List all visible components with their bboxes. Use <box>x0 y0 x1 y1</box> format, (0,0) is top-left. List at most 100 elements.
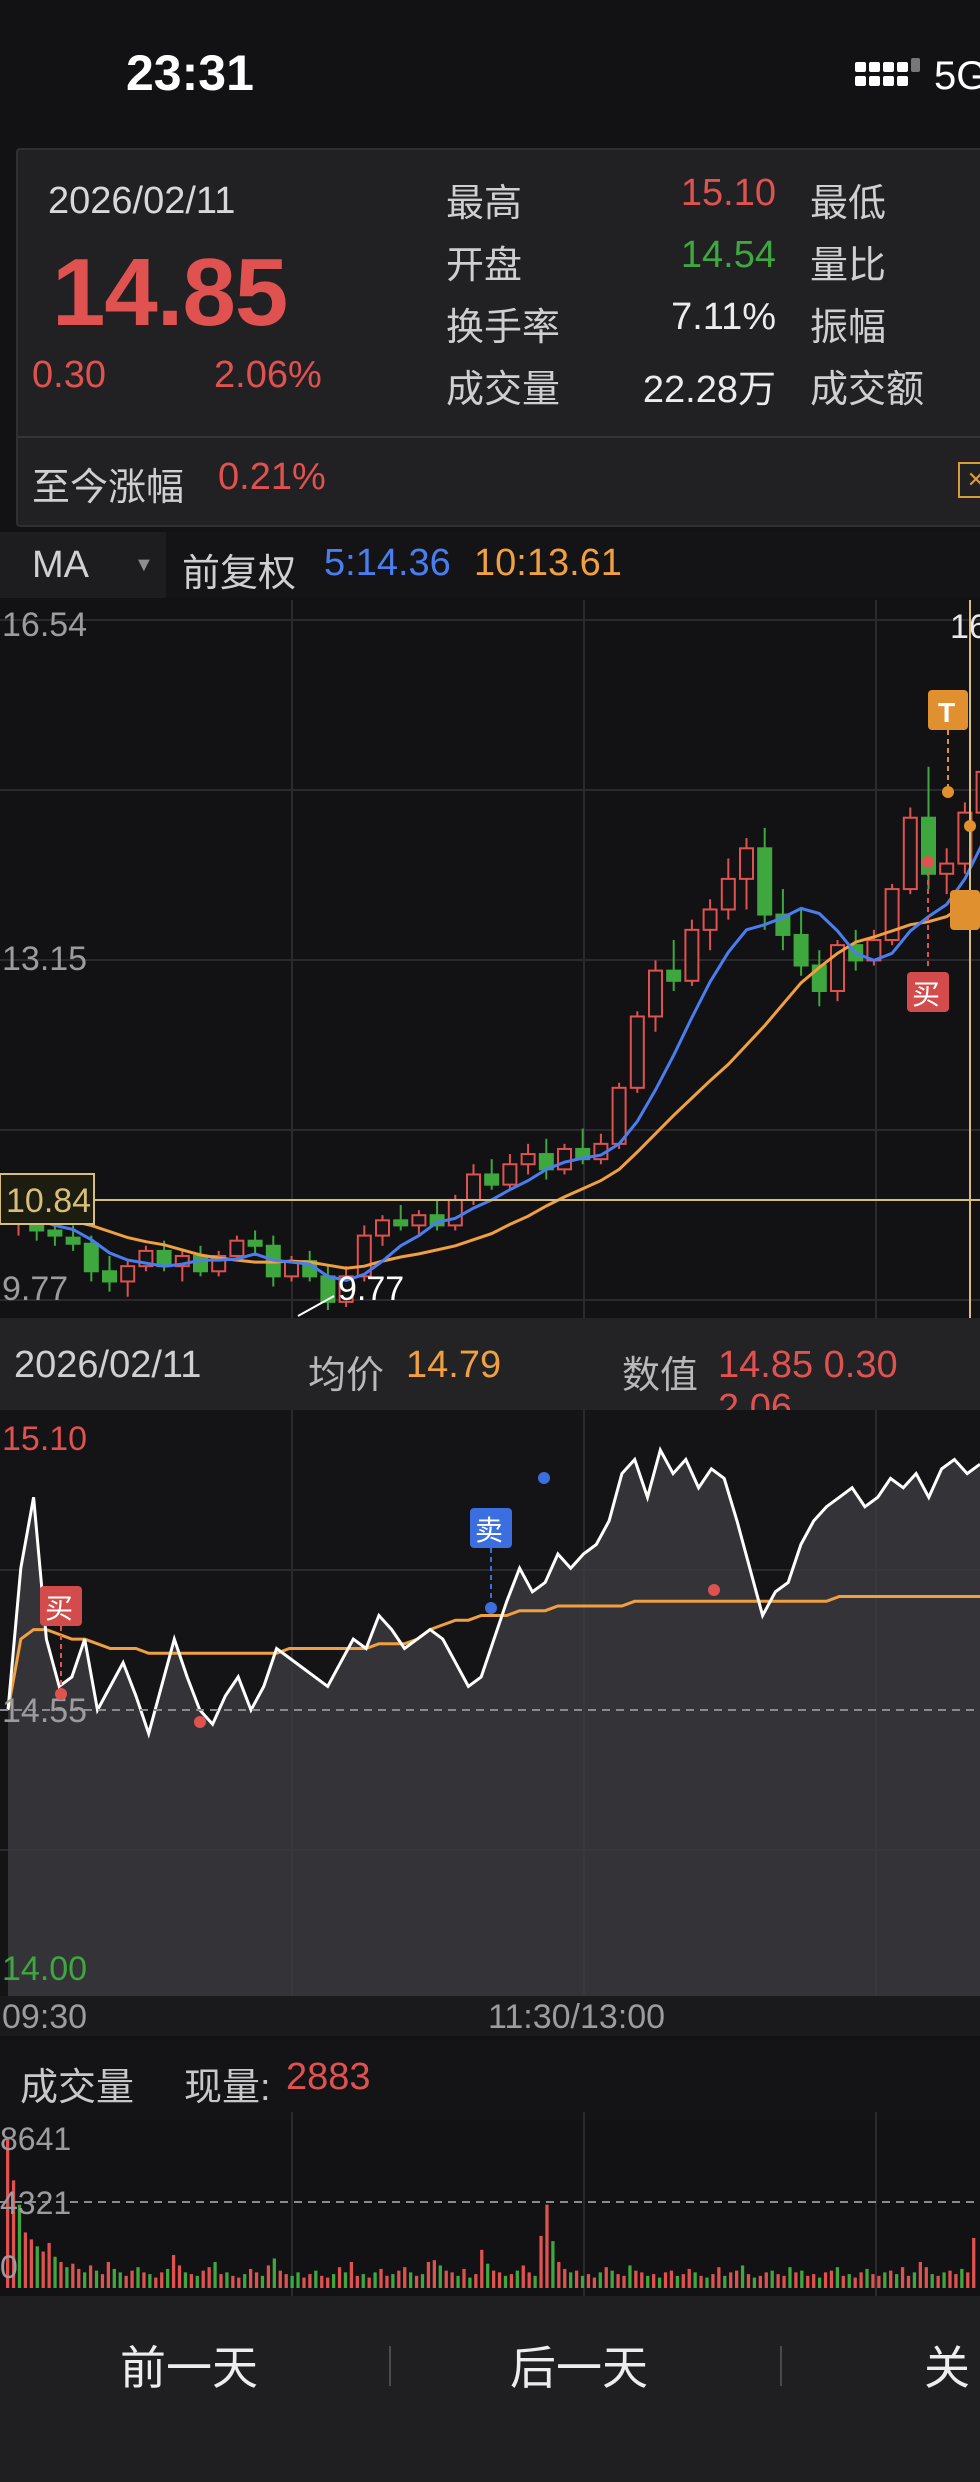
volume-bar <box>160 2272 164 2288</box>
label-low: 最低 <box>810 183 887 225</box>
volume-bar <box>71 2263 75 2288</box>
volume-header <box>0 2040 980 2120</box>
volume-bar <box>23 2232 28 2288</box>
svg-text:T: T <box>938 697 955 728</box>
volume-bar <box>420 2274 425 2288</box>
label-volume: 成交量 <box>446 369 561 411</box>
kline-chart[interactable]: 16.54 13.15 9.77 16 10.84 9.77 T 买 <box>0 600 980 1318</box>
volume-bar <box>94 2270 99 2288</box>
volume-bar <box>663 2272 668 2288</box>
volume-bar <box>574 2270 579 2288</box>
ma5-value: 5:14.36 <box>324 542 451 584</box>
value-high: 15.10 <box>680 172 776 214</box>
volume-bar <box>640 2272 644 2288</box>
volume-bar <box>503 2275 508 2288</box>
volume-bar <box>41 2251 45 2288</box>
volume-bar <box>432 2260 436 2288</box>
volume-bar <box>385 2275 389 2288</box>
candle-body <box>375 1219 390 1237</box>
candle-body <box>720 877 736 911</box>
volume-bar <box>729 2272 733 2288</box>
volume-bar <box>254 2272 259 2288</box>
next-day-button[interactable]: 后一天 <box>510 2332 648 2398</box>
volume-bar <box>326 2277 330 2288</box>
volume-bar <box>47 2242 51 2288</box>
volume-bar <box>343 2272 348 2288</box>
expand-icon[interactable]: ✕ <box>958 462 980 498</box>
candle-body <box>120 1265 136 1283</box>
volume-chart[interactable]: 8641 4321 0 <box>0 2112 980 2296</box>
volume-bar <box>59 2261 63 2288</box>
candle-body <box>65 1236 81 1245</box>
volume-bar <box>177 2265 182 2288</box>
volume-bar <box>237 2277 241 2288</box>
candle-body <box>902 816 918 891</box>
volume-bar <box>142 2272 146 2288</box>
candle-body <box>939 862 955 875</box>
volume-bar <box>29 2239 33 2288</box>
caret-down-icon[interactable]: ▼ <box>134 554 154 577</box>
volume-bar <box>130 2270 134 2288</box>
status-time: 23:31 <box>126 45 254 101</box>
volume-bar <box>681 2274 685 2288</box>
volume-bar <box>693 2272 697 2288</box>
volume-bar <box>154 2277 158 2288</box>
volume-bar <box>829 2270 834 2288</box>
volume-bar <box>166 2268 170 2288</box>
volume-bar <box>515 2270 519 2288</box>
ma-selector-label[interactable]: MA <box>32 544 89 587</box>
intraday-chart[interactable]: 15.10 14.55 14.00 买 卖 <box>0 1410 980 1996</box>
volume-bar <box>669 2270 674 2288</box>
volume-bar <box>308 2274 312 2288</box>
price-change-pct: 2.06% <box>214 354 322 396</box>
volume-bar <box>509 2274 514 2288</box>
candle-body <box>684 928 700 982</box>
volume-bar <box>35 2246 39 2288</box>
volume-bar <box>794 2272 798 2288</box>
volume-bar <box>450 2272 454 2288</box>
volume-bar <box>622 2275 626 2288</box>
candle-body <box>557 1147 572 1171</box>
volume-bar <box>539 2235 543 2288</box>
candle-body <box>629 1015 645 1089</box>
volume-bar <box>545 2204 549 2288</box>
time-mid: 11:30/13:00 <box>488 1998 666 2036</box>
volume-bar <box>699 2275 703 2288</box>
volume-bar <box>290 2275 294 2288</box>
volume-bar <box>456 2275 460 2288</box>
volume-bar <box>776 2274 780 2288</box>
candle-body <box>611 1086 627 1145</box>
volume-bar <box>171 2255 176 2288</box>
volume-bar <box>817 2277 822 2288</box>
label-turnover-amount: 成交额 <box>810 369 925 411</box>
candle-body <box>447 1198 463 1227</box>
candle-body <box>793 933 809 967</box>
volume-bar <box>100 2274 105 2288</box>
volume-bar <box>646 2275 650 2288</box>
ytd-label: 至今涨幅 <box>32 467 185 509</box>
close-button[interactable]: 关 <box>924 2332 970 2398</box>
volume-bar <box>835 2267 840 2288</box>
volume-bar <box>225 2272 229 2288</box>
intraday-dot-high <box>538 1472 550 1484</box>
volume-bar <box>604 2267 608 2288</box>
avg-price-value: 14.79 <box>406 1344 502 1386</box>
volume-bar <box>497 2272 502 2288</box>
volume-bar <box>740 2265 745 2288</box>
adjust-mode[interactable]: 前复权 <box>182 542 296 597</box>
volume-bar <box>841 2275 845 2288</box>
volume-bar <box>806 2275 810 2288</box>
candle-body <box>411 1214 427 1227</box>
volume-bar <box>444 2270 448 2288</box>
candle-body <box>484 1173 500 1186</box>
prev-day-button[interactable]: 前一天 <box>120 2332 258 2398</box>
volume-bar <box>758 2275 762 2288</box>
intraday-date: 2026/02/11 <box>14 1344 202 1386</box>
volume-bar <box>266 2265 271 2288</box>
volume-bar <box>788 2267 792 2288</box>
volume-bar <box>474 2274 478 2288</box>
t-trade-mark[interactable]: T <box>928 690 968 798</box>
volume-bar <box>889 2270 893 2288</box>
volume-bar <box>403 2267 407 2288</box>
volume-bar <box>895 2274 899 2288</box>
